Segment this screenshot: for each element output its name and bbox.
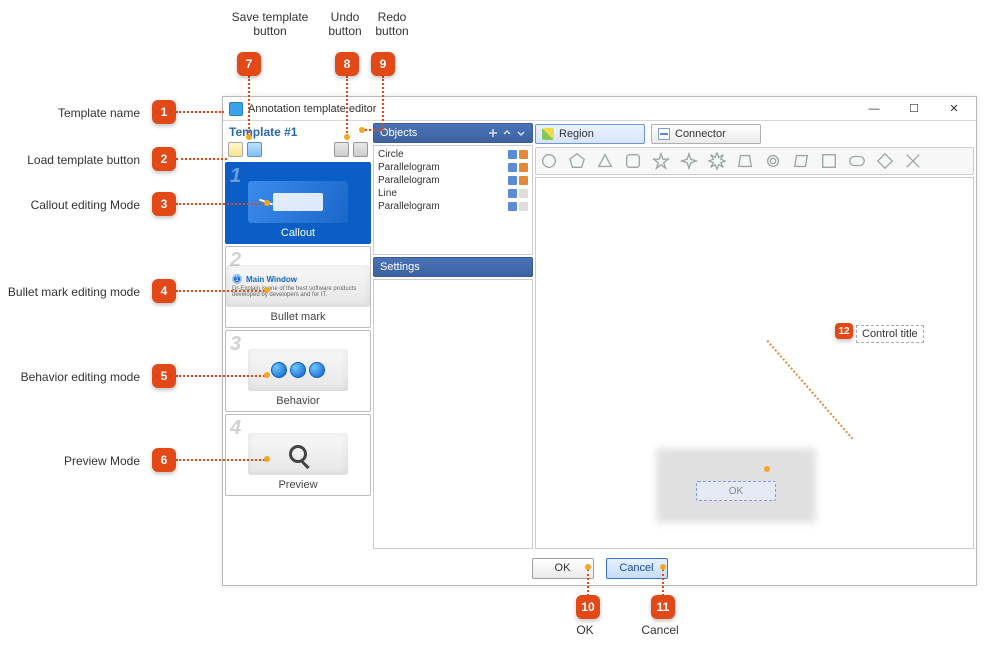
tab-region[interactable]: Region — [535, 124, 645, 144]
up-icon[interactable] — [502, 128, 512, 138]
badge-3: 3 — [152, 192, 176, 216]
settings-body — [373, 279, 533, 549]
ann-label-11: Cancel — [635, 623, 685, 637]
shape-parallelogram-icon[interactable] — [792, 152, 810, 170]
list-item[interactable]: Parallelogram — [374, 161, 532, 174]
mode-behavior[interactable]: 3 Behavior — [225, 330, 371, 412]
undo-button[interactable] — [334, 142, 349, 157]
badge-1: 1 — [152, 100, 176, 124]
settings-header: Settings — [373, 257, 533, 277]
minimize-button[interactable]: — — [854, 98, 894, 120]
connector-icon — [658, 128, 670, 140]
region-icon — [542, 128, 554, 140]
middle-panel: Objects Circle Parallelogram Parallelogr… — [373, 123, 533, 549]
badge-5: 5 — [152, 364, 176, 388]
control-title-label[interactable]: Control title — [856, 325, 924, 343]
add-object-icon[interactable] — [488, 128, 498, 138]
down-icon[interactable] — [516, 128, 526, 138]
shape-capsule-icon[interactable] — [848, 152, 866, 170]
ann-label-7: Save template button — [225, 10, 315, 38]
list-item[interactable]: Circle — [374, 148, 532, 161]
app-icon — [229, 102, 243, 116]
list-item[interactable]: Parallelogram — [374, 174, 532, 187]
mode-bullet-mark[interactable]: 2 1Main Window Dr-Explain is one of the … — [225, 246, 371, 328]
tab-connector[interactable]: Connector — [651, 124, 761, 144]
shape-circle-icon[interactable] — [540, 152, 558, 170]
ann-label-10: OK — [560, 623, 610, 637]
shape-star5-icon[interactable] — [652, 152, 670, 170]
ann-label-9: Redo button — [367, 10, 417, 38]
badge-10: 10 — [576, 595, 600, 619]
badge-8: 8 — [335, 52, 359, 76]
badge-6: 6 — [152, 448, 176, 472]
mode-label: Callout — [281, 227, 315, 239]
mode-preview[interactable]: 4 Preview — [225, 414, 371, 496]
ann-label-6: Preview Mode — [0, 454, 140, 468]
sidebar-toolbar — [225, 141, 371, 160]
tab-row: Region Connector — [535, 123, 974, 145]
titlebar: Annotation template editor — ☐ ✕ — [223, 97, 976, 121]
mode-label: Preview — [278, 479, 317, 491]
right-panel: Region Connector — [535, 123, 974, 549]
load-template-button[interactable] — [228, 142, 243, 157]
badge-4: 4 — [152, 279, 176, 303]
shape-palette — [535, 147, 974, 175]
ann-label-1: Template name — [0, 106, 140, 120]
shape-square-icon[interactable] — [820, 152, 838, 170]
dialog-footer: OK Cancel — [223, 551, 976, 585]
list-item[interactable]: Parallelogram — [374, 200, 532, 213]
save-template-button[interactable] — [247, 142, 262, 157]
redo-button[interactable] — [353, 142, 368, 157]
close-button[interactable]: ✕ — [934, 98, 974, 120]
shape-burst-icon[interactable] — [708, 152, 726, 170]
shape-rounded-square-icon[interactable] — [624, 152, 642, 170]
objects-list: Circle Parallelogram Parallelogram Line … — [373, 145, 533, 255]
window-title: Annotation template editor — [248, 103, 376, 115]
ann-label-5: Behavior editing mode — [0, 370, 140, 384]
sidebar: Template #1 1 Callout 2 1Main Window Dr-… — [225, 123, 371, 549]
badge-7: 7 — [237, 52, 261, 76]
objects-header: Objects — [373, 123, 533, 143]
cancel-button[interactable]: Cancel — [606, 558, 668, 579]
mode-label: Behavior — [276, 395, 319, 407]
maximize-button[interactable]: ☐ — [894, 98, 934, 120]
shape-star4-icon[interactable] — [680, 152, 698, 170]
ann-label-4: Bullet mark editing mode — [0, 285, 140, 299]
list-item[interactable]: Line — [374, 187, 532, 200]
badge-12: 12 — [835, 323, 853, 339]
mode-label: Bullet mark — [270, 311, 325, 323]
shape-cross-icon[interactable] — [904, 152, 922, 170]
shape-triangle-icon[interactable] — [596, 152, 614, 170]
ann-label-2: Load template button — [0, 153, 140, 167]
shape-trapezoid-icon[interactable] — [736, 152, 754, 170]
badge-2: 2 — [152, 147, 176, 171]
ann-label-3: Callout editing Mode — [0, 198, 140, 212]
canvas[interactable]: OK 12 Control title — [535, 177, 974, 549]
ann-label-8: Undo button — [320, 10, 370, 38]
badge-9: 9 — [371, 52, 395, 76]
shape-diamond-icon[interactable] — [876, 152, 894, 170]
editor-window: Annotation template editor — ☐ ✕ Templat… — [222, 96, 977, 586]
shape-pentagon-icon[interactable] — [568, 152, 586, 170]
badge-11: 11 — [651, 595, 675, 619]
shape-gear-icon[interactable] — [764, 152, 782, 170]
